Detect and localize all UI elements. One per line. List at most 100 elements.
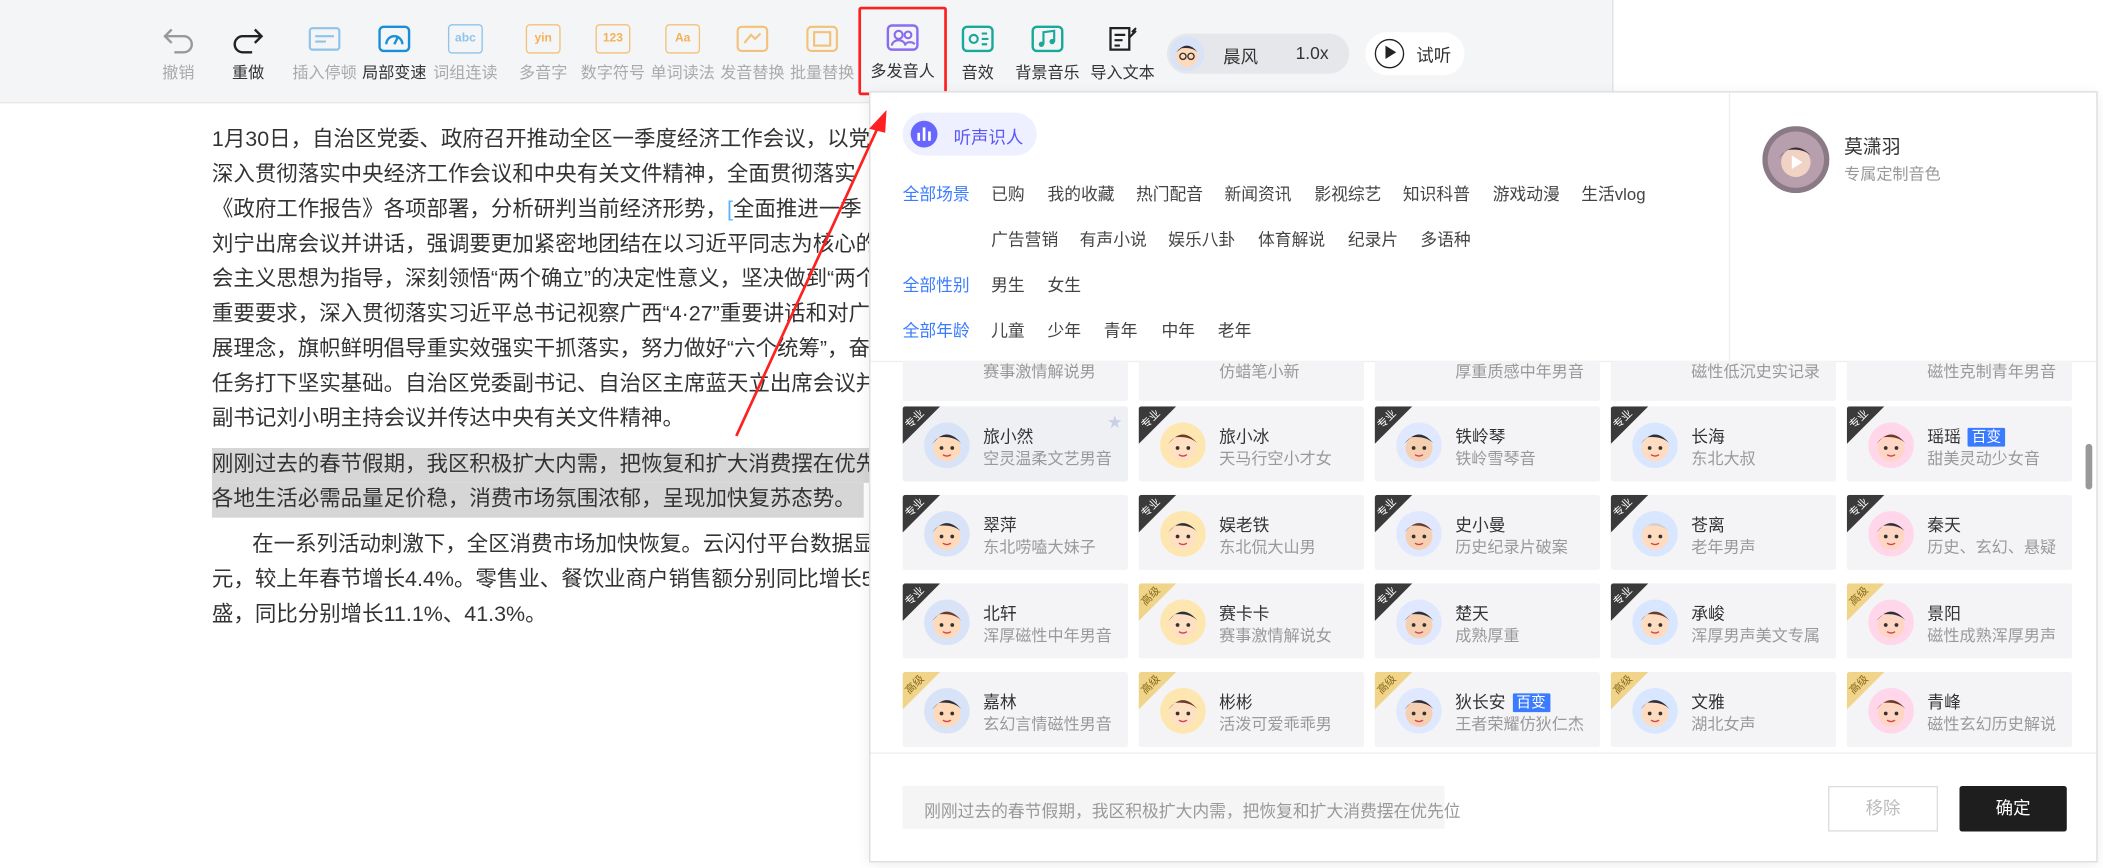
- voice-card[interactable]: 高级 嘉林 玄幻言情磁性男音: [902, 671, 1128, 748]
- voice-name: 秦天: [1927, 516, 1961, 536]
- doc-line: 重要要求，深入贯彻落实习近平总书记视察广西“4·27”重要讲话和对广: [211, 303, 871, 326]
- filter-all-ages[interactable]: 全部年龄: [903, 317, 970, 342]
- pronunciation-replace-label: 发音替换: [720, 63, 785, 82]
- insert-pause-button[interactable]: 插入停顿: [287, 16, 362, 91]
- background-music-icon: [1031, 25, 1064, 53]
- import-text-button[interactable]: 导入文本: [1085, 16, 1160, 91]
- voice-avatar: [1160, 422, 1206, 469]
- voice-avatar: [924, 422, 970, 469]
- voice-card[interactable]: 高级 景阳 磁性成熟浑厚男声: [1846, 583, 2073, 659]
- listen-button[interactable]: 试听: [1365, 32, 1465, 76]
- voice-card[interactable]: 高级 赛卡卡 赛事激情解说女: [1138, 583, 1365, 659]
- voice-card[interactable]: 专业 旅小冰 天马行空小才女: [1138, 406, 1365, 482]
- number-symbol-button[interactable]: 123 数字符号: [575, 16, 650, 91]
- voice-card[interactable]: 专业 旅小然 空灵温柔文艺男音 ★: [902, 406, 1128, 482]
- filter-scene[interactable]: 多语种: [1420, 225, 1470, 250]
- voice-desc: 历史纪录片破案: [1455, 537, 1568, 557]
- filter-scene[interactable]: 娱乐八卦: [1168, 225, 1235, 250]
- filter-age[interactable]: 青年: [1104, 317, 1138, 342]
- voice-desc: 仿蜡笔小新: [1219, 362, 1300, 381]
- filter-scene[interactable]: 已购: [991, 180, 1025, 205]
- confirm-button[interactable]: 确定: [1959, 785, 2067, 832]
- voice-card[interactable]: 专业 史小曼 历史纪录片破案: [1374, 494, 1601, 571]
- voice-desc: 东北大叔: [1691, 449, 1756, 469]
- filter-all-scenes[interactable]: 全部场景: [903, 180, 970, 205]
- filter-scene[interactable]: 知识科普: [1403, 180, 1470, 205]
- filter-scene[interactable]: 纪录片: [1348, 225, 1398, 250]
- doc-line: 会主义思想为指导，深刻领悟“两个确立”的决定性意义，坚决做到“两个: [211, 268, 878, 292]
- document-body[interactable]: 1月30日，自治区党委、政府召开推动全区一季度经济工作会议，以党 深入贯彻落实中…: [211, 123, 886, 633]
- voice-card[interactable]: 专业 秦天 历史、玄幻、悬疑: [1846, 494, 2073, 571]
- filter-scene[interactable]: 我的收藏: [1047, 180, 1114, 205]
- pronunciation-replace-icon: [736, 25, 769, 53]
- sound-effect-icon: [961, 25, 994, 53]
- voice-card[interactable]: 专业 铁岭琴 铁岭雪琴音: [1374, 406, 1601, 482]
- filter-scene[interactable]: 生活vlog: [1581, 180, 1645, 205]
- batch-replace-button[interactable]: 批量替换: [785, 16, 860, 91]
- filter-scene[interactable]: 影视综艺: [1314, 180, 1381, 205]
- voice-card[interactable]: 专业 翠萍 东北唠嗑大妹子: [902, 494, 1128, 571]
- voice-card[interactable]: 专业 长海 东北大叔: [1610, 406, 1837, 482]
- filter-all-genders[interactable]: 全部性别: [903, 271, 970, 296]
- voice-card[interactable]: 厚重质感中年男音: [1374, 360, 1601, 402]
- remove-button[interactable]: 移除: [1828, 785, 1939, 832]
- polyphone-button[interactable]: yin 多音字: [506, 16, 581, 91]
- voice-desc: 浑厚男声美文专属: [1691, 626, 1821, 646]
- filter-gender[interactable]: 男生: [991, 271, 1025, 296]
- voice-card[interactable]: 赛事激情解说男: [902, 360, 1128, 402]
- voice-card[interactable]: 高级 青峰 磁性玄幻历史解说: [1846, 671, 2073, 748]
- background-music-button[interactable]: 背景音乐: [1010, 16, 1085, 91]
- speaker-speed[interactable]: 1.0x: [1296, 43, 1329, 63]
- filter-scene[interactable]: 体育解说: [1258, 225, 1325, 250]
- filter-scene[interactable]: 广告营销: [991, 225, 1058, 250]
- app-window: 撤销 重做 插入停顿 局部变速 abc 词组连读 yin 多音字 123 数字符…: [0, 0, 2103, 868]
- voice-avatar: [1868, 510, 1914, 557]
- polyphone-label: 多音字: [519, 63, 568, 82]
- doc-line: 任务打下坚实基础。自治区党委副书记、自治区主席蓝天立出席会议并: [211, 372, 878, 396]
- filter-scene[interactable]: 游戏动漫: [1493, 180, 1560, 205]
- voice-card[interactable]: 高级 文雅 湖北女声: [1610, 671, 1837, 748]
- multi-speaker-panel: 听声识人 全部场景 已购 我的收藏 热门配音 新闻资讯 影视综艺 知识科普 游戏…: [869, 91, 2098, 863]
- filter-age[interactable]: 儿童: [991, 317, 1025, 342]
- voice-desc: 赛事激情解说女: [1219, 626, 1332, 646]
- current-speaker-selector[interactable]: 晨风 1.0x: [1166, 33, 1350, 74]
- voice-avatar: [1396, 599, 1442, 646]
- voiceprint-recognize-button[interactable]: 听声识人: [902, 112, 1037, 156]
- voice-card[interactable]: 高级 狄长安 百变 王者荣耀仿狄仁杰: [1374, 671, 1601, 748]
- selected-paragraph-line[interactable]: 各地生活必需品量足价稳，消费市场氛围浓郁，呈现加快复苏态势。: [211, 482, 883, 518]
- filter-gender[interactable]: 女生: [1047, 271, 1081, 296]
- multi-speaker-label: 多发音人: [870, 61, 935, 81]
- filter-age[interactable]: 老年: [1218, 317, 1252, 342]
- voice-card[interactable]: 专业 娱老铁 东北侃大山男: [1138, 494, 1365, 571]
- redo-button[interactable]: 重做: [211, 16, 286, 91]
- selected-paragraph[interactable]: 刚刚过去的春节假期，我区积极扩大内需，把恢复和扩大消费摆在优先: [211, 447, 886, 483]
- sound-effect-button[interactable]: 音效: [940, 16, 1015, 91]
- featured-voice-card[interactable]: 莫潇羽 专属定制音色: [1728, 92, 2096, 361]
- doc-line: 刘宁出席会议并讲话，强调要更加紧密地团结在以习近平同志为核心的: [211, 233, 878, 257]
- voice-card[interactable]: 高级 彬彬 活泼可爱乖乖男: [1138, 671, 1365, 748]
- voice-card[interactable]: 专业 瑶瑶 百变 甜美灵动少女音: [1846, 406, 2073, 482]
- filter-scene[interactable]: 新闻资讯: [1225, 180, 1292, 205]
- favorite-star-icon[interactable]: ★: [1107, 412, 1123, 433]
- word-reading-button[interactable]: Aa 单词读法: [645, 16, 720, 91]
- voice-card[interactable]: 专业 北轩 浑厚磁性中年男音: [902, 583, 1128, 659]
- filter-scene[interactable]: 热门配音: [1136, 180, 1203, 205]
- filter-age[interactable]: 少年: [1047, 317, 1081, 342]
- voice-card[interactable]: 专业 苍离 老年男声: [1610, 494, 1837, 571]
- voice-card[interactable]: 专业 承峻 浑厚男声美文专属: [1610, 583, 1837, 659]
- local-speed-button[interactable]: 局部变速: [357, 16, 432, 91]
- doc-line: 副书记刘小明主持会议并传达中央有关文件精神。: [211, 407, 685, 431]
- voice-card[interactable]: 磁性低沉史实记录: [1610, 360, 1837, 402]
- voice-avatar: [1160, 599, 1206, 646]
- voice-grid-scrollbar[interactable]: [2085, 443, 2093, 490]
- voice-card[interactable]: 仿蜡笔小新: [1138, 360, 1365, 402]
- filter-age[interactable]: 中年: [1161, 317, 1195, 342]
- phrase-link-button[interactable]: abc 词组连读: [428, 16, 503, 91]
- filter-scene[interactable]: 有声小说: [1080, 225, 1147, 250]
- pronunciation-replace-button[interactable]: 发音替换: [715, 16, 790, 91]
- multi-speaker-button[interactable]: 多发音人: [858, 6, 947, 96]
- voice-card[interactable]: 磁性克制青年男音: [1846, 360, 2073, 402]
- voice-desc: 东北侃大山男: [1219, 537, 1316, 557]
- undo-button[interactable]: 撤销: [141, 16, 216, 91]
- voice-card[interactable]: 专业 楚天 成熟厚重: [1374, 583, 1601, 659]
